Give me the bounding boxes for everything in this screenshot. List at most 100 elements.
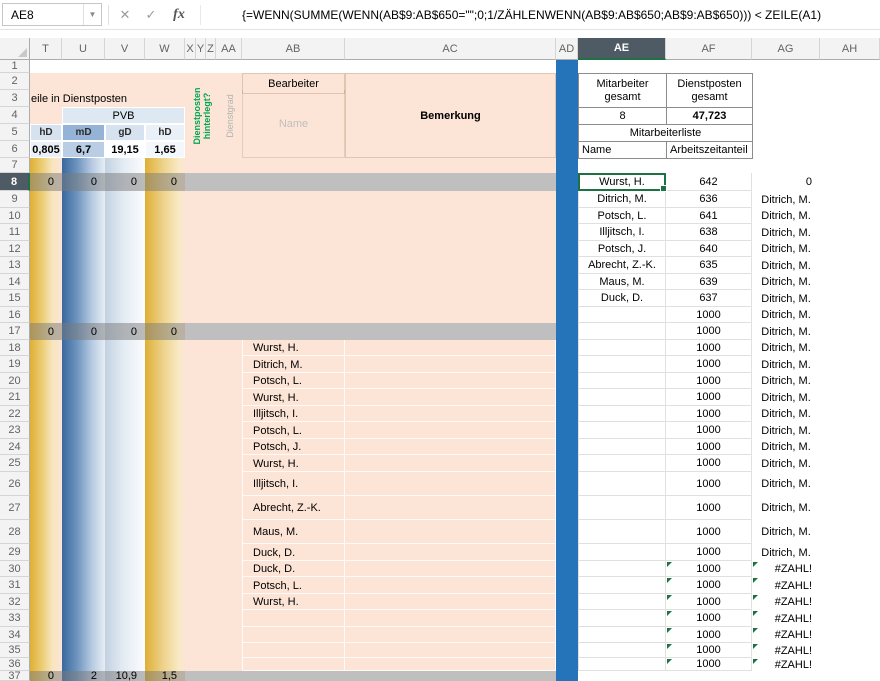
row-header-32[interactable]: 32 xyxy=(0,594,30,610)
cell-W8[interactable]: 0 xyxy=(145,173,185,191)
row-header-15[interactable]: 15 xyxy=(0,290,30,307)
cell-AG12[interactable]: Ditrich, M. xyxy=(752,241,820,257)
cell-AB33[interactable] xyxy=(242,610,345,627)
cell-AE20[interactable] xyxy=(578,373,666,389)
cell-AG21[interactable]: Ditrich, M. xyxy=(752,389,820,406)
value-hd-1[interactable]: 0,805 xyxy=(30,141,62,158)
row-header-9[interactable]: 9 xyxy=(0,191,30,208)
row-header-10[interactable]: 10 xyxy=(0,208,30,224)
name-box-dropdown-icon[interactable]: ▼ xyxy=(83,4,101,25)
row-header-8[interactable]: 8 xyxy=(0,173,30,191)
cell-AB23-name[interactable]: Potsch, L. xyxy=(242,422,345,439)
cell-AC31[interactable] xyxy=(345,577,556,594)
cell-AB20-name[interactable]: Potsch, L. xyxy=(242,373,345,389)
row-header-12[interactable]: 12 xyxy=(0,241,30,257)
cell-AG31[interactable]: #ZAHL! xyxy=(752,577,820,594)
cell-AC34[interactable] xyxy=(345,627,556,643)
row-header-30[interactable]: 30 xyxy=(0,561,30,577)
column-header-Z[interactable]: Z xyxy=(206,38,216,60)
cell-AF23[interactable]: 1000 xyxy=(666,422,752,439)
column-header-AA[interactable]: AA xyxy=(216,38,242,60)
cell-AF12[interactable]: 640 xyxy=(666,241,752,257)
row-header-21[interactable]: 21 xyxy=(0,389,30,406)
row-header-22[interactable]: 22 xyxy=(0,406,30,422)
column-header-T[interactable]: T xyxy=(30,38,62,60)
row-header-37[interactable]: 37 xyxy=(0,671,30,681)
cell-AB34[interactable] xyxy=(242,627,345,643)
cell-AG16[interactable]: Ditrich, M. xyxy=(752,307,820,323)
cell-AE18[interactable] xyxy=(578,340,666,356)
cell-AE36[interactable] xyxy=(578,658,666,671)
cell-AB36[interactable] xyxy=(242,658,345,671)
column-header-AD[interactable]: AD xyxy=(556,38,578,60)
cell-AG36[interactable]: #ZAHL! xyxy=(752,658,820,671)
cell-AF15[interactable]: 637 xyxy=(666,290,752,307)
cell-AE24[interactable] xyxy=(578,439,666,455)
cell-AC26[interactable] xyxy=(345,472,556,496)
cell-AF28[interactable]: 1000 xyxy=(666,520,752,544)
cell-AE33[interactable] xyxy=(578,610,666,627)
cell-T17[interactable]: 0 xyxy=(30,323,62,340)
row-header-25[interactable]: 25 xyxy=(0,455,30,472)
cell-AC33[interactable] xyxy=(345,610,556,627)
row-header-23[interactable]: 23 xyxy=(0,422,30,439)
cell-AC36[interactable] xyxy=(345,658,556,671)
cell-AE8[interactable]: Wurst, H. xyxy=(578,173,666,191)
column-header-AH[interactable]: AH xyxy=(820,38,880,60)
cell-AC25[interactable] xyxy=(345,455,556,472)
cell-AE31[interactable] xyxy=(578,577,666,594)
value-md[interactable]: 6,7 xyxy=(62,141,105,158)
cell-AG18[interactable]: Ditrich, M. xyxy=(752,340,820,356)
row-header-34[interactable]: 34 xyxy=(0,627,30,643)
row-header-1[interactable]: 1 xyxy=(0,60,30,73)
cell-AG13[interactable]: Ditrich, M. xyxy=(752,257,820,274)
cell-AF29[interactable]: 1000 xyxy=(666,544,752,561)
cell-AF35[interactable]: 1000 xyxy=(666,643,752,658)
cell-AF25[interactable]: 1000 xyxy=(666,455,752,472)
cell-AE25[interactable] xyxy=(578,455,666,472)
row-header-2[interactable]: 2 xyxy=(0,73,30,90)
cell-AG22[interactable]: Ditrich, M. xyxy=(752,406,820,422)
enter-icon[interactable]: ✓ xyxy=(138,0,164,30)
cell-AB19-name[interactable]: Ditrich, M. xyxy=(242,356,345,373)
cell-AE13[interactable]: Abrecht, Z.-K. xyxy=(578,257,666,274)
cell-U17[interactable]: 0 xyxy=(62,323,105,340)
name-box[interactable]: AE8 ▼ xyxy=(2,3,102,26)
cell-AE26[interactable] xyxy=(578,472,666,496)
cell-AF16[interactable]: 1000 xyxy=(666,307,752,323)
cell-AE27[interactable] xyxy=(578,496,666,520)
cell-AB25-name[interactable]: Wurst, H. xyxy=(242,455,345,472)
row-header-6[interactable]: 6 xyxy=(0,141,30,158)
cell-AG33[interactable]: #ZAHL! xyxy=(752,610,820,627)
cell-AF32[interactable]: 1000 xyxy=(666,594,752,610)
cell-AG30[interactable]: #ZAHL! xyxy=(752,561,820,577)
spreadsheet-grid[interactable]: eile in Dienstposten Bearbeiter PVB hD m… xyxy=(0,38,880,681)
row-header-17[interactable]: 17 xyxy=(0,323,30,340)
column-header-AG[interactable]: AG xyxy=(752,38,820,60)
column-header-W[interactable]: W xyxy=(145,38,185,60)
column-header-V[interactable]: V xyxy=(105,38,145,60)
cell-AG23[interactable]: Ditrich, M. xyxy=(752,422,820,439)
cell-T8[interactable]: 0 xyxy=(30,173,62,191)
row-header-5[interactable]: 5 xyxy=(0,124,30,141)
cancel-icon[interactable]: ✕ xyxy=(112,0,138,30)
insert-function-icon[interactable]: fx xyxy=(164,0,194,30)
cell-AE22[interactable] xyxy=(578,406,666,422)
cell-AC19[interactable] xyxy=(345,356,556,373)
cell-AC20[interactable] xyxy=(345,373,556,389)
select-all-corner[interactable] xyxy=(0,38,30,60)
cell-AB32-name[interactable]: Wurst, H. xyxy=(242,594,345,610)
cell-AE29[interactable] xyxy=(578,544,666,561)
column-header-AC[interactable]: AC xyxy=(345,38,556,60)
cell-V17[interactable]: 0 xyxy=(105,323,145,340)
row-header-31[interactable]: 31 xyxy=(0,577,30,594)
column-header-Y[interactable]: Y xyxy=(196,38,206,60)
cell-AB18-name[interactable]: Wurst, H. xyxy=(242,340,345,356)
cell-AC28[interactable] xyxy=(345,520,556,544)
row-header-14[interactable]: 14 xyxy=(0,274,30,290)
row-header-26[interactable]: 26 xyxy=(0,472,30,496)
cell-AF21[interactable]: 1000 xyxy=(666,389,752,406)
cell-AG29[interactable]: Ditrich, M. xyxy=(752,544,820,561)
cell-AB24-name[interactable]: Potsch, J. xyxy=(242,439,345,455)
cell-AF20[interactable]: 1000 xyxy=(666,373,752,389)
